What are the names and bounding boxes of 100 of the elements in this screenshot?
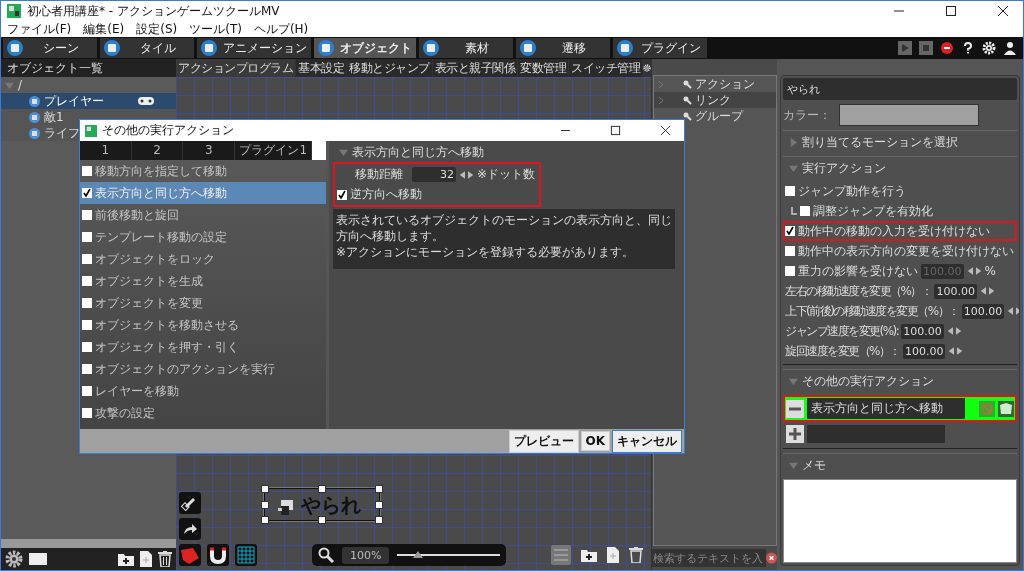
new-folder-icon[interactable]: [118, 552, 134, 566]
map-icon[interactable]: [998, 400, 1014, 417]
editor-tab[interactable]: 移動とジャンプ: [347, 58, 432, 78]
new-file-icon[interactable]: [140, 551, 152, 567]
number-field[interactable]: 100.00: [961, 303, 1005, 319]
section-title[interactable]: 割り当てるモーションを選択: [802, 134, 958, 151]
disable-icon[interactable]: [979, 400, 995, 417]
number-field[interactable]: 100.00: [901, 323, 944, 339]
spinner-arrows-icon[interactable]: [979, 286, 995, 296]
color-swatch[interactable]: [839, 104, 979, 126]
search-field[interactable]: 検索するテキストを入: [652, 549, 766, 567]
dialog-tab[interactable]: 1: [80, 141, 132, 160]
dialog-button[interactable]: プレビュー: [508, 429, 579, 453]
mode-tab[interactable]: タイル: [100, 38, 194, 58]
spinner-arrows-icon[interactable]: [1007, 306, 1019, 316]
action-list-item[interactable]: 攻撃の設定: [80, 402, 326, 424]
zoom-field[interactable]: 100%: [342, 546, 390, 564]
mode-tab[interactable]: シーン: [3, 38, 97, 58]
trash-icon[interactable]: [629, 547, 643, 563]
link-icon[interactable]: [179, 492, 201, 514]
palette-item[interactable]: アクション: [654, 76, 776, 92]
user-icon[interactable]: [1003, 41, 1017, 55]
action-list-item[interactable]: オブジェクトを移動させる: [80, 314, 326, 336]
action-list-item[interactable]: オブジェクトをロック: [80, 248, 326, 270]
record-icon[interactable]: [940, 41, 954, 55]
section-title[interactable]: メモ: [802, 457, 826, 474]
maximize-icon[interactable]: [945, 5, 957, 17]
checkbox[interactable]: [82, 408, 92, 418]
clear-icon[interactable]: [766, 552, 777, 564]
tree-item[interactable]: 敵1: [1, 109, 176, 125]
action-list-item[interactable]: オブジェクトを生成: [80, 270, 326, 292]
palette-item[interactable]: グループ: [654, 108, 776, 124]
slider-thumb[interactable]: [412, 551, 423, 558]
resize-handle[interactable]: [318, 516, 326, 524]
checkbox[interactable]: [82, 254, 92, 264]
dialog-button[interactable]: OK: [580, 431, 610, 451]
dialog-tab[interactable]: 3: [183, 141, 236, 160]
help-icon[interactable]: [961, 41, 975, 55]
menu-item[interactable]: ヘルプ(H): [253, 20, 309, 38]
checkbox[interactable]: [82, 342, 92, 352]
action-list-item[interactable]: 移動方向を指定して移動: [80, 160, 326, 182]
palette-item[interactable]: リンク: [654, 92, 776, 108]
checkbox[interactable]: [82, 320, 92, 330]
dialog-tab[interactable]: 2: [131, 141, 184, 160]
dialog-button[interactable]: キャンセル: [612, 429, 682, 453]
minus-button[interactable]: [786, 399, 804, 418]
action-list-item[interactable]: オブジェクトを押す・引く: [80, 336, 326, 358]
number-field[interactable]: 100.00: [902, 343, 946, 359]
checkbox[interactable]: [82, 166, 92, 176]
checkbox[interactable]: [82, 232, 92, 242]
number-field[interactable]: 32: [412, 167, 456, 182]
close-icon[interactable]: [660, 125, 671, 136]
mode-tab[interactable]: プラグイン: [613, 38, 707, 58]
magnet-icon[interactable]: [207, 544, 229, 566]
horizontal-scrollbar[interactable]: [1, 539, 176, 548]
new-file-icon[interactable]: [607, 547, 619, 563]
checkbox[interactable]: [82, 386, 92, 396]
paint-icon[interactable]: [179, 544, 201, 566]
checkbox[interactable]: [82, 364, 92, 374]
plus-button[interactable]: [786, 425, 804, 443]
checkbox[interactable]: [785, 226, 795, 236]
mode-tab[interactable]: オブジェクト: [314, 38, 416, 58]
spinner-arrows-icon[interactable]: [948, 346, 964, 356]
checkbox[interactable]: [82, 276, 92, 286]
checkbox[interactable]: [82, 188, 92, 198]
resize-handle[interactable]: [318, 485, 326, 493]
settings-icon[interactable]: [643, 61, 651, 75]
action-field[interactable]: [807, 425, 945, 443]
grid-icon[interactable]: [235, 544, 257, 566]
tree-item[interactable]: /: [1, 77, 176, 93]
action-list-item[interactable]: オブジェクトを変更: [80, 292, 326, 314]
section-title[interactable]: 実行アクション: [802, 160, 886, 177]
menu-item[interactable]: 編集(E): [83, 20, 125, 38]
settings-icon[interactable]: [5, 550, 23, 568]
action-list-item[interactable]: 前後移動と旋回: [80, 204, 326, 226]
trash-icon[interactable]: [158, 551, 172, 567]
memo-field[interactable]: [783, 479, 1017, 563]
checkbox[interactable]: [337, 189, 347, 200]
action-list-item[interactable]: テンプレート移動の設定: [80, 226, 326, 248]
checkbox[interactable]: [82, 298, 92, 308]
menu-item[interactable]: 設定(S): [136, 20, 178, 38]
name-field[interactable]: やられ: [783, 78, 1017, 100]
section-title[interactable]: その他の実行アクション: [802, 373, 934, 390]
action-row[interactable]: 表示方向と同じ方へ移動: [783, 395, 1017, 422]
maximize-icon[interactable]: [610, 125, 621, 136]
checkbox[interactable]: [785, 186, 795, 196]
action-field[interactable]: 表示方向と同じ方へ移動: [807, 398, 965, 419]
menu-item[interactable]: ファイル(F): [7, 20, 72, 38]
menu-item[interactable]: ツール(T): [189, 20, 242, 38]
number-field[interactable]: 100.00: [934, 283, 977, 299]
action-list-item[interactable]: レイヤーを移動: [80, 380, 326, 402]
mode-tab[interactable]: 素材: [419, 38, 513, 58]
checkbox[interactable]: [800, 206, 810, 216]
action-list-item[interactable]: オブジェクトのアクションを実行: [80, 358, 326, 380]
dialog-tab[interactable]: プラグイン1: [235, 141, 313, 160]
spinner-arrows-icon[interactable]: [946, 326, 962, 336]
mode-tab[interactable]: 遷移: [516, 38, 610, 58]
new-folder-icon[interactable]: [581, 548, 597, 562]
tree-item[interactable]: プレイヤー: [1, 93, 176, 109]
checkbox[interactable]: [785, 246, 795, 256]
